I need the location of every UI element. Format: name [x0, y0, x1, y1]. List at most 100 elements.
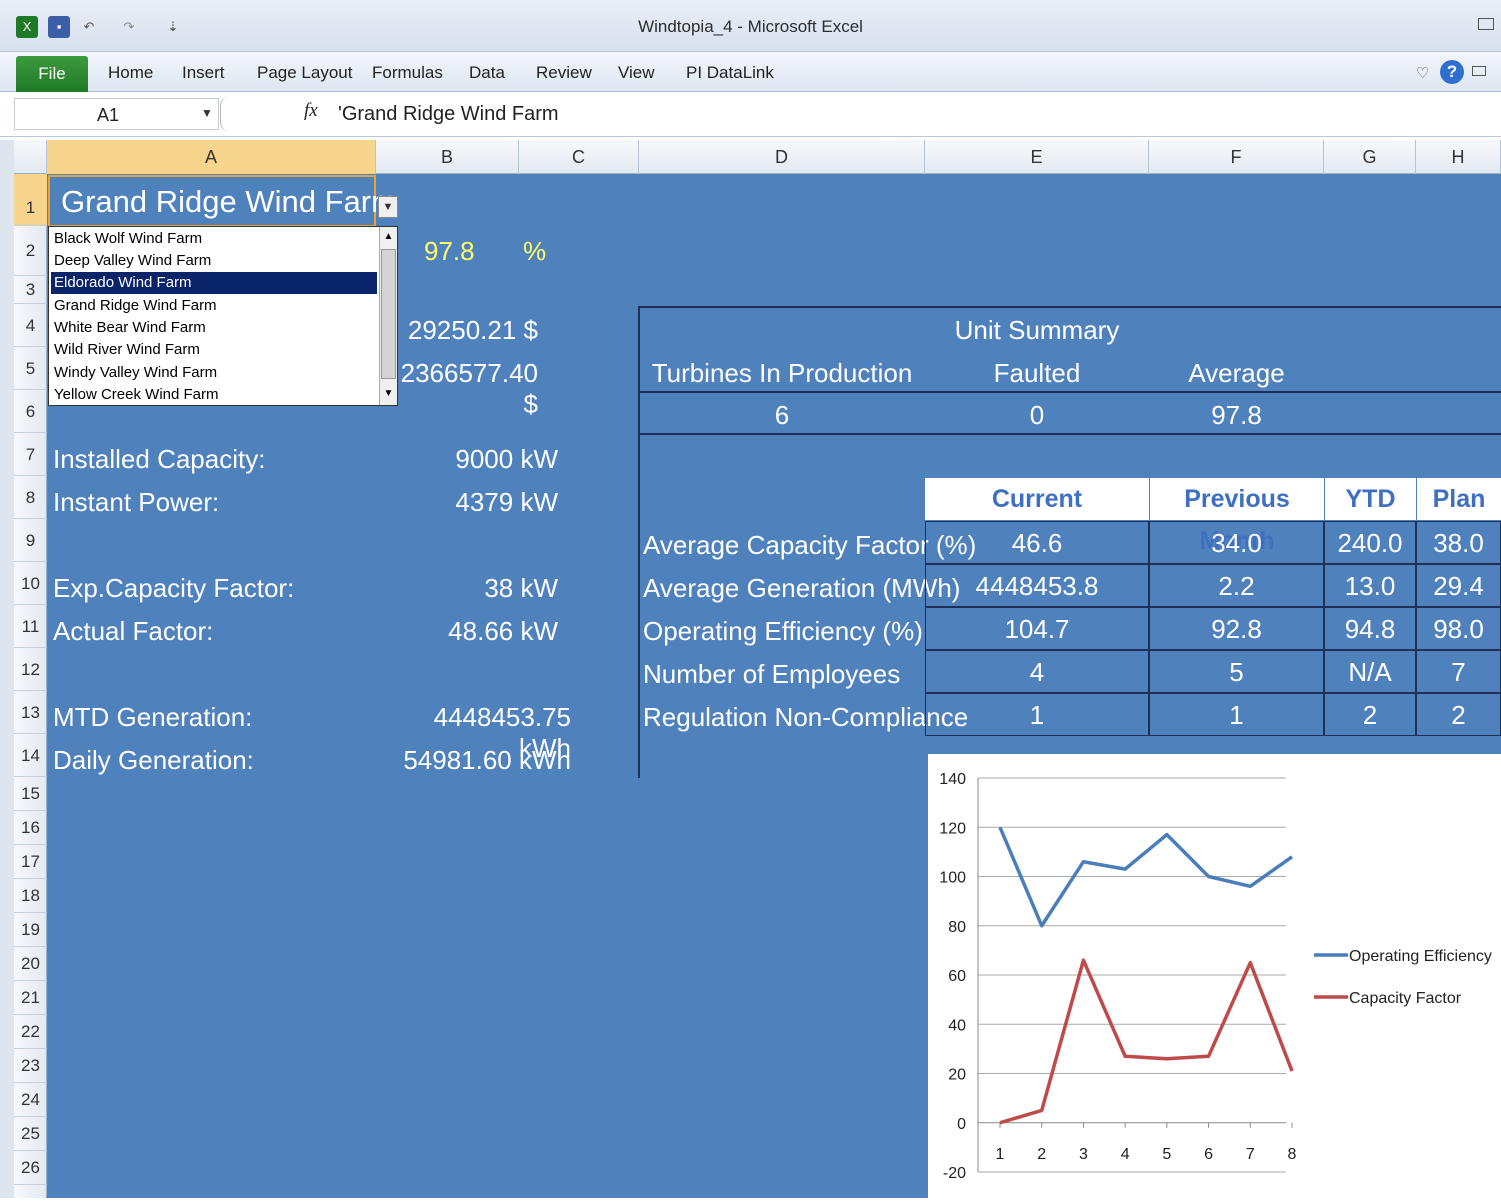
dropdown-option[interactable]: Windy Valley Wind Farm [51, 362, 377, 384]
kpi-cell: 1 [1149, 693, 1324, 736]
row-header[interactable]: 13 [14, 691, 47, 734]
unit-summary-title: Unit Summary [954, 315, 1120, 345]
y-tick-label: 0 [957, 1116, 966, 1133]
formula-bar: A1 ▼ fx 'Grand Ridge Wind Farm [0, 92, 1501, 137]
border-line [638, 433, 1501, 435]
kpi-cell: 46.6 [925, 521, 1149, 564]
installed-capacity-value: 9000 kW [455, 444, 558, 474]
scroll-down-icon[interactable]: ▼ [381, 385, 396, 403]
kpi-cell: 4448453.8 [925, 564, 1149, 607]
row-header[interactable]: 19 [14, 913, 47, 947]
kpi-cell: 7 [1416, 650, 1501, 693]
tab-page-layout[interactable]: Page Layout [257, 63, 352, 83]
column-header-g[interactable]: G [1324, 140, 1416, 174]
row-header[interactable]: 17 [14, 845, 47, 879]
row-header[interactable]: 8 [14, 476, 47, 519]
tab-view[interactable]: View [618, 63, 655, 83]
column-header-c[interactable]: C [519, 140, 639, 174]
tab-pi-datalink[interactable]: PI DataLink [686, 63, 774, 83]
insert-function-icon[interactable]: fx [304, 100, 318, 122]
minimize-window-icon[interactable] [1478, 18, 1494, 30]
row-header[interactable]: 11 [14, 605, 47, 648]
name-box[interactable]: A1 [14, 98, 219, 130]
dropdown-option[interactable]: Yellow Creek Wind Farm [51, 384, 377, 406]
row-header[interactable]: 7 [14, 433, 47, 476]
row-header[interactable]: 5 [14, 347, 47, 390]
instant-power-label: Instant Power: [53, 487, 220, 517]
installed-capacity-label: Installed Capacity: [53, 444, 266, 474]
help-icon[interactable]: ? [1440, 60, 1464, 84]
efficiency-chart[interactable]: -20 0 20 40 60 80 100 120 140 1 2 3 4 5 6 7 8 Operating E… [928, 754, 1501, 1198]
dropdown-option[interactable]: Grand Ridge Wind Farm [51, 295, 377, 317]
row-header[interactable]: 26 [14, 1151, 47, 1185]
dropdown-option[interactable]: White Bear Wind Farm [51, 317, 377, 339]
row-header[interactable]: 15 [14, 777, 47, 811]
restore-window-icon[interactable] [1472, 66, 1486, 76]
tab-data[interactable]: Data [469, 63, 505, 83]
dropdown-option[interactable]: Wild River Wind Farm [51, 339, 377, 361]
tab-formulas[interactable]: Formulas [372, 63, 443, 83]
dropdown-option[interactable]: Black Wolf Wind Farm [51, 228, 377, 250]
select-all-corner[interactable] [14, 140, 47, 174]
kpi-row-label: Average Generation (MWh) [643, 573, 961, 603]
y-tick-label: 140 [939, 771, 966, 788]
kpi-cell: 2 [1416, 693, 1501, 736]
dropdown-option-selected[interactable]: Eldorado Wind Farm [51, 272, 377, 294]
farm-dropdown-list[interactable]: Black Wolf Wind Farm Deep Valley Wind Fa… [48, 226, 398, 406]
row-header[interactable]: 2 [14, 226, 47, 276]
kpi-header-plan: Plan [1416, 478, 1501, 520]
exp-capacity-value: 38 kW [484, 573, 558, 603]
row-header[interactable]: 6 [14, 390, 47, 433]
row-header[interactable]: 23 [14, 1049, 47, 1083]
scroll-thumb[interactable] [381, 249, 396, 379]
row-header[interactable]: 10 [14, 562, 47, 605]
row-header[interactable]: 22 [14, 1015, 47, 1049]
column-header-d[interactable]: D [639, 140, 925, 174]
row-header[interactable]: 14 [14, 734, 47, 777]
splitter-handle[interactable] [220, 96, 234, 132]
legend-label: Operating Efficiency [1349, 948, 1492, 965]
farm-name-cell[interactable]: Grand Ridge Wind Farm [61, 184, 397, 220]
kpi-cell: 240.0 [1324, 521, 1416, 564]
row-header[interactable]: 12 [14, 648, 47, 691]
y-tick-label: 120 [939, 820, 966, 837]
tab-file[interactable]: File [16, 56, 88, 92]
row-header[interactable]: 4 [14, 304, 47, 347]
kpi-cell: 13.0 [1324, 564, 1416, 607]
column-header-e[interactable]: E [925, 140, 1149, 174]
column-header-f[interactable]: F [1149, 140, 1324, 174]
tab-home[interactable]: Home [108, 63, 153, 83]
border-line [638, 306, 1501, 308]
scroll-up-icon[interactable]: ▲ [381, 228, 396, 246]
tab-insert[interactable]: Insert [182, 63, 225, 83]
row-header[interactable]: 9 [14, 519, 47, 562]
dropdown-scrollbar[interactable]: ▲ ▼ [379, 227, 397, 405]
row-headers: 1 2 3 4 5 6 7 8 9 10 11 12 13 14 15 16 1… [14, 174, 47, 1198]
row-header[interactable]: 3 [14, 276, 47, 304]
kpi-header-current: Current [925, 478, 1149, 520]
row-header[interactable]: 24 [14, 1083, 47, 1117]
y-tick-label: 80 [948, 919, 966, 936]
dropdown-option[interactable]: Deep Valley Wind Farm [51, 250, 377, 272]
minimize-ribbon-icon[interactable]: ♡ [1416, 64, 1429, 82]
row-header[interactable]: 21 [14, 981, 47, 1015]
kpi-cell: 38.0 [1416, 521, 1501, 564]
formula-input[interactable]: 'Grand Ridge Wind Farm [338, 103, 559, 126]
row-header[interactable]: 20 [14, 947, 47, 981]
kpi-cell: N/A [1324, 650, 1416, 693]
tab-review[interactable]: Review [536, 63, 592, 83]
kpi-cell: 92.8 [1149, 607, 1324, 650]
column-header-a[interactable]: A [47, 140, 376, 174]
window-left-border [0, 140, 14, 1198]
row-header[interactable]: 1 [14, 174, 47, 226]
column-header-b[interactable]: B [376, 140, 519, 174]
x-tick-label: 5 [1162, 1146, 1171, 1163]
dropdown-arrow-button[interactable]: ▼ [378, 196, 398, 218]
row-header[interactable]: 16 [14, 811, 47, 845]
kpi-cell: 98.0 [1416, 607, 1501, 650]
name-box-dropdown-icon[interactable]: ▼ [201, 106, 213, 120]
row-header[interactable]: 25 [14, 1117, 47, 1151]
x-tick-label: 6 [1204, 1146, 1213, 1163]
column-header-h[interactable]: H [1416, 140, 1501, 174]
row-header[interactable]: 18 [14, 879, 47, 913]
